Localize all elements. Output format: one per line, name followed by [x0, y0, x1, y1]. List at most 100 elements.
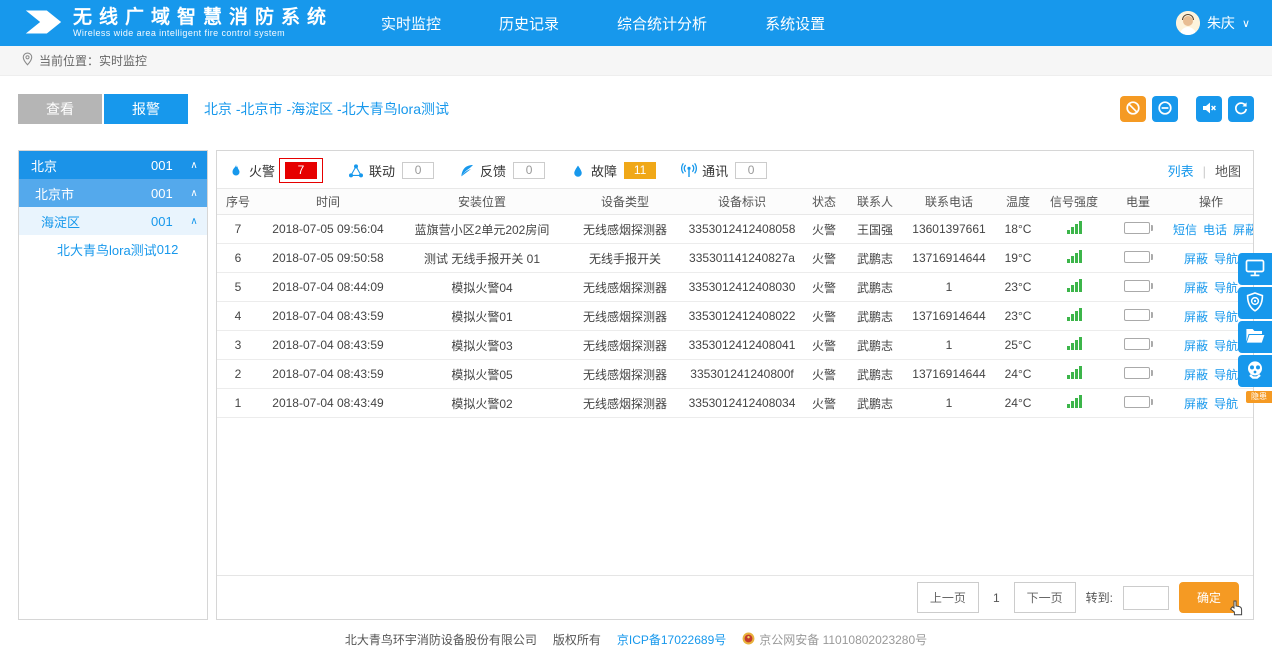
user-menu[interactable]: 朱庆 ∨ — [1176, 11, 1250, 35]
column-header: 温度 — [995, 189, 1041, 215]
pagination: 上一页 1 下一页 转到: 确定 — [217, 575, 1253, 619]
action-link[interactable]: 屏蔽 — [1184, 397, 1208, 411]
action-link[interactable]: 导航 — [1214, 339, 1238, 353]
goto-label: 转到: — [1086, 589, 1113, 606]
filter-flame[interactable]: 火警7 — [227, 158, 323, 183]
table-row: 12018-07-04 08:43:49模拟火警02无线感烟探测器3353012… — [217, 389, 1253, 418]
selected-location-path: 北京 -北京市 -海淀区 -北大青鸟lora测试 — [204, 99, 449, 119]
avatar — [1176, 11, 1200, 35]
signal-strength-icon — [1067, 250, 1082, 263]
table-row: 52018-07-04 08:44:09模拟火警04无线感烟探测器3353012… — [217, 273, 1253, 302]
action-link[interactable]: 导航 — [1214, 368, 1238, 382]
battery-icon — [1124, 367, 1153, 379]
table-header-row: 序号时间安装位置设备类型设备标识状态联系人联系电话温度信号强度电量操作 — [217, 189, 1253, 215]
status-badge: 火警 — [801, 215, 847, 244]
nav-item-1[interactable]: 实时监控 — [381, 13, 441, 34]
column-header: 联系电话 — [903, 189, 995, 215]
user-name: 朱庆 — [1207, 13, 1235, 33]
status-badge: 火警 — [801, 244, 847, 273]
nav-item-4[interactable]: 系统设置 — [765, 13, 825, 34]
action-link[interactable]: 导航 — [1214, 397, 1238, 411]
action-link[interactable]: 导航 — [1214, 310, 1238, 324]
filter-count-badge: 0 — [513, 162, 545, 179]
action-link[interactable]: 导航 — [1214, 252, 1238, 266]
status-badge: 火警 — [801, 273, 847, 302]
page-footer: 北大青鸟环宇消防设备股份有限公司 版权所有 京ICP备17022689号 京公网… — [0, 631, 1272, 648]
tabs-row: 查看报警 北京 -北京市 -海淀区 -北大青鸟lora测试 — [18, 94, 1254, 124]
battery-icon — [1124, 222, 1153, 234]
action-link[interactable]: 屏蔽 — [1184, 310, 1208, 324]
location-pin-icon — [22, 52, 33, 69]
view-map-link[interactable]: 地图 — [1215, 164, 1241, 179]
filter-comm[interactable]: 通讯0 — [680, 161, 767, 180]
filter-group: 火警7 联动0 反馈0 故障11 通讯0 — [227, 158, 791, 183]
tab-1[interactable]: 查看 — [18, 94, 102, 124]
app-subtitle: Wireless wide area intelligent fire cont… — [73, 28, 333, 38]
battery-icon — [1124, 280, 1153, 292]
tree-item-2[interactable]: 北京市001∧ — [19, 179, 207, 207]
signal-strength-icon — [1067, 279, 1082, 292]
nav-item-2[interactable]: 历史记录 — [499, 13, 559, 34]
table-row: 32018-07-04 08:43:59模拟火警03无线感烟探测器3353012… — [217, 331, 1253, 360]
action-link[interactable]: 屏蔽 — [1184, 252, 1208, 266]
table-row: 22018-07-04 08:43:59模拟火警05无线感烟探测器3353012… — [217, 360, 1253, 389]
action-link[interactable]: 屏蔽 — [1184, 339, 1208, 353]
action-link[interactable]: 导航 — [1214, 281, 1238, 295]
action-link[interactable]: 电话 — [1203, 223, 1227, 237]
flame-icon — [227, 163, 245, 179]
nav-item-3[interactable]: 综合统计分析 — [617, 13, 707, 34]
shield-gear-icon — [1246, 292, 1264, 315]
ban-button[interactable] — [1120, 96, 1146, 122]
tree-item-3[interactable]: 海淀区001∧ — [19, 207, 207, 235]
dock-monitor-button[interactable] — [1238, 253, 1272, 285]
next-page-button[interactable]: 下一页 — [1014, 582, 1076, 613]
action-link[interactable]: 屏蔽 — [1184, 368, 1208, 382]
action-link[interactable]: 短信 — [1173, 223, 1197, 237]
battery-icon — [1124, 309, 1153, 321]
breadcrumb: 当前位置：实时监控 — [39, 52, 147, 69]
minus-circle-button[interactable] — [1152, 96, 1178, 122]
confirm-button[interactable]: 确定 — [1179, 582, 1239, 613]
filter-linkage[interactable]: 联动0 — [347, 161, 434, 180]
prev-page-button[interactable]: 上一页 — [917, 582, 979, 613]
feedback-icon — [458, 163, 476, 179]
table-row: 42018-07-04 08:43:59模拟火警01无线感烟探测器3353012… — [217, 302, 1253, 331]
tree-item-4[interactable]: 北大青鸟lora测试012 — [19, 235, 207, 263]
refresh-button[interactable] — [1228, 96, 1254, 122]
company-name: 北大青鸟环宇消防设备股份有限公司 — [345, 631, 537, 648]
battery-icon — [1124, 251, 1153, 263]
folder-icon — [1245, 327, 1265, 347]
side-dock: 隐患 — [1238, 253, 1272, 403]
column-header: 时间 — [259, 189, 397, 215]
action-link[interactable]: 屏蔽 — [1184, 281, 1208, 295]
collapse-icon[interactable]: ∧ — [181, 216, 207, 227]
police-record: 京公网安备 11010802023280号 — [742, 631, 927, 648]
goto-page-input[interactable] — [1123, 586, 1169, 610]
action-link[interactable]: 屏蔽 — [1233, 223, 1253, 237]
dock-shield-gear-button[interactable] — [1238, 287, 1272, 319]
app-title: 无线广域智慧消防系统 — [73, 8, 333, 28]
filter-fault[interactable]: 故障11 — [569, 161, 656, 180]
current-page: 1 — [989, 591, 1004, 605]
app-logo: 无线广域智慧消防系统 Wireless wide area intelligen… — [22, 7, 333, 40]
main-content: 北京001∧北京市001∧海淀区001∧北大青鸟lora测试012 火警7 联动0… — [18, 150, 1254, 620]
filter-count-badge: 0 — [735, 162, 767, 179]
mute-button[interactable] — [1196, 96, 1222, 122]
dock-folder-button[interactable] — [1238, 321, 1272, 353]
dock-gas-mask-button[interactable] — [1238, 355, 1272, 387]
tab-2[interactable]: 报警 — [104, 94, 188, 124]
column-header: 电量 — [1107, 189, 1169, 215]
collapse-icon[interactable]: ∧ — [181, 160, 207, 171]
tree-item-1[interactable]: 北京001∧ — [19, 151, 207, 179]
icp-link[interactable]: 京ICP备17022689号 — [617, 631, 726, 648]
emblem-icon — [742, 632, 755, 648]
table-row: 72018-07-05 09:56:04蓝旗营小区2单元202房间无线感烟探测器… — [217, 215, 1253, 244]
signal-strength-icon — [1067, 308, 1082, 321]
gas-mask-icon — [1245, 360, 1265, 383]
dock-tag-hidden-danger[interactable]: 隐患 — [1246, 391, 1272, 403]
view-list-link[interactable]: 列表 — [1168, 164, 1194, 179]
filter-feedback[interactable]: 反馈0 — [458, 161, 545, 180]
refresh-icon — [1233, 100, 1249, 119]
collapse-icon[interactable]: ∧ — [181, 188, 207, 199]
comm-icon — [680, 163, 698, 179]
